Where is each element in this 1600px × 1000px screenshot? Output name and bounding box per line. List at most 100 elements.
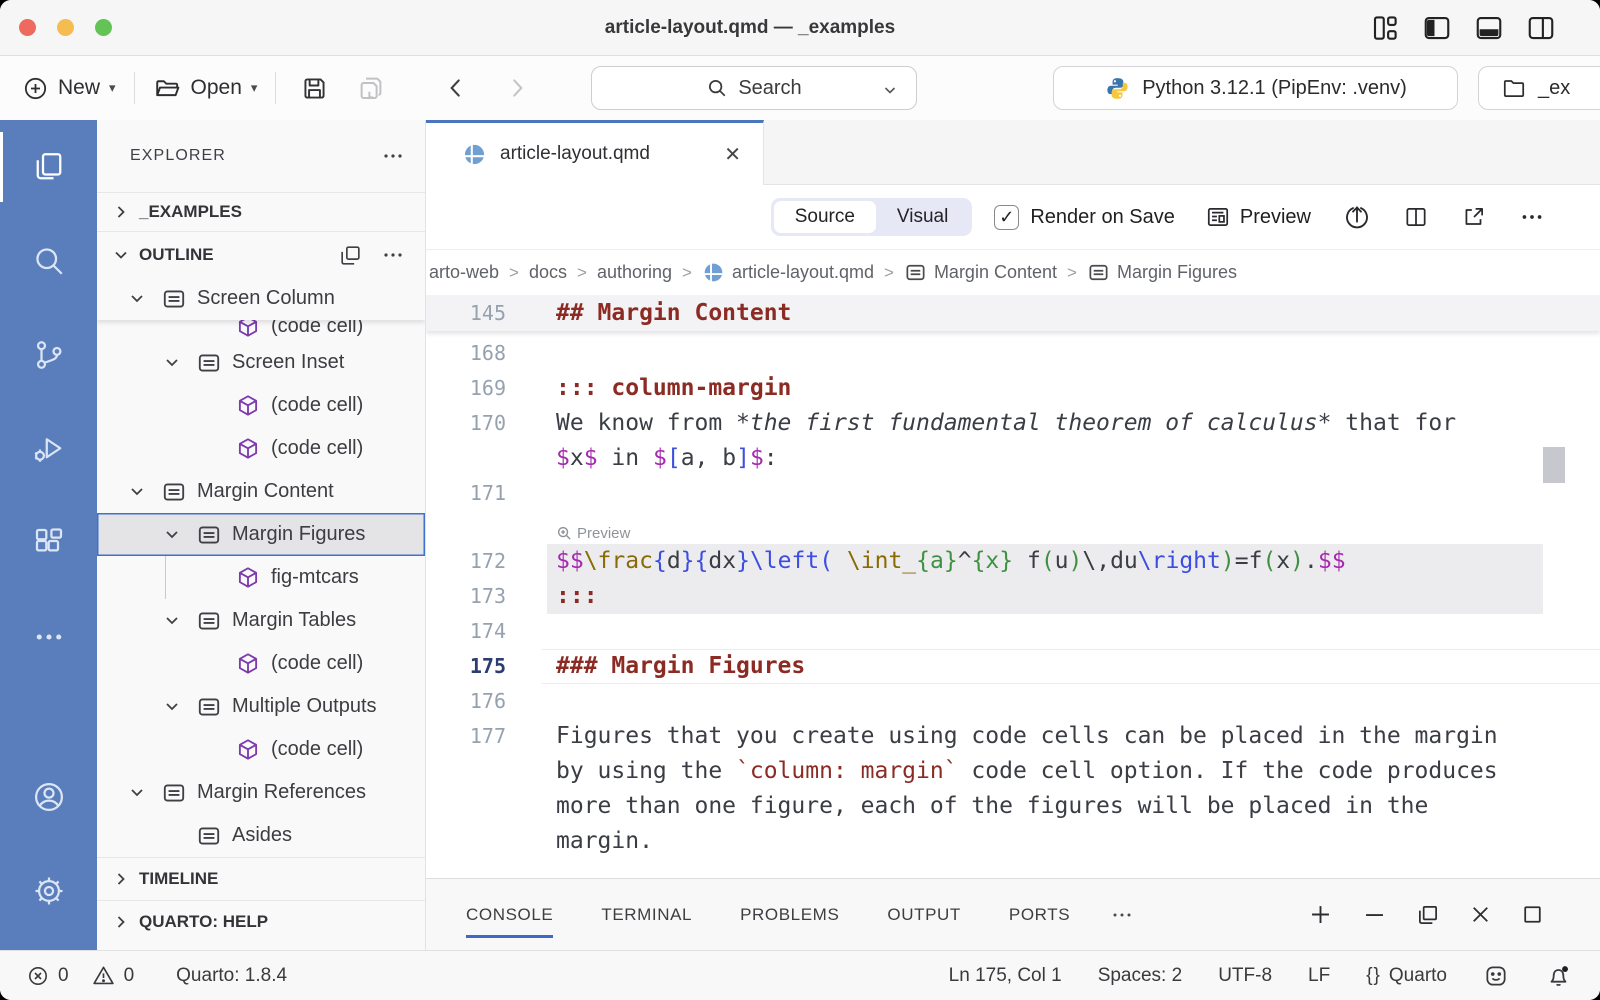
chevron-down-icon[interactable]	[127, 289, 161, 309]
eol-status[interactable]: LF	[1308, 965, 1330, 987]
panel-tab-output[interactable]: OUTPUT	[887, 905, 960, 925]
outline-item-margin-references[interactable]: Margin References	[97, 771, 425, 814]
search-dropdown-chevron-icon[interactable]	[882, 82, 898, 98]
section-timeline[interactable]: TIMELINE	[97, 857, 425, 900]
cursor-position-status[interactable]: Ln 175, Col 1	[949, 965, 1062, 987]
code-line[interactable]: 173:::	[426, 579, 1600, 614]
indentation-status[interactable]: Spaces: 2	[1098, 965, 1183, 987]
sidebar-item-more[interactable]	[0, 590, 97, 684]
open-button[interactable]: Open ▾	[153, 74, 258, 103]
outline-item-margin-content[interactable]: Margin Content	[97, 470, 425, 513]
panel-close-icon[interactable]	[1468, 902, 1493, 927]
publish-icon[interactable]	[1343, 203, 1371, 231]
code-line[interactable]: 176	[426, 684, 1600, 719]
code-line[interactable]: 175### Margin Figures	[426, 649, 1600, 684]
chevron-down-icon[interactable]	[162, 525, 196, 545]
section-examples[interactable]: _EXAMPLES	[97, 192, 425, 232]
outline-item-code-cell[interactable]: (code cell)	[97, 427, 425, 470]
code-line[interactable]: 171	[426, 476, 1600, 511]
project-button[interactable]: _ex	[1478, 66, 1600, 110]
chevron-down-icon[interactable]	[162, 611, 196, 631]
section-quarto-help[interactable]: QUARTO: HELP	[97, 900, 425, 943]
chevron-down-icon[interactable]	[162, 697, 196, 717]
panel-tab-ports[interactable]: PORTS	[1009, 905, 1070, 925]
code-line[interactable]: by using the `column: margin` code cell …	[426, 754, 1600, 789]
sidebar-item-explorer[interactable]	[0, 120, 97, 214]
minimize-window-button[interactable]	[57, 19, 74, 36]
preview-code-lens[interactable]: Preview	[556, 525, 630, 544]
code-line[interactable]: 169::: column-margin	[426, 371, 1600, 406]
breadcrumb-item-margin-content[interactable]: Margin Content	[904, 261, 1057, 284]
sticky-code-line[interactable]: 145## Margin Content	[426, 295, 1600, 331]
sidebar-item-search[interactable]	[0, 214, 97, 308]
forward-icon[interactable]	[504, 75, 530, 101]
sidebar-item-settings[interactable]	[0, 844, 97, 938]
outline-item-screen-column[interactable]: Screen Column	[97, 277, 425, 320]
collapse-all-icon[interactable]	[338, 243, 363, 268]
panel-tab-terminal[interactable]: TERMINAL	[601, 905, 692, 925]
panel-tab-console[interactable]: CONSOLE	[466, 905, 553, 925]
breadcrumb-item-authoring[interactable]: authoring	[597, 262, 672, 283]
outline-item-asides[interactable]: Asides	[97, 814, 425, 857]
panel-more-icon[interactable]	[1110, 903, 1134, 927]
outline-item-code-cell[interactable]: (code cell)	[97, 642, 425, 685]
code-line[interactable]: 170We know from *the first fundamental t…	[426, 406, 1600, 441]
back-icon[interactable]	[443, 75, 469, 101]
outline-item-multiple-outputs[interactable]: Multiple Outputs	[97, 685, 425, 728]
editor-more-icon[interactable]	[1519, 204, 1545, 230]
sidebar-item-run-debug[interactable]	[0, 402, 97, 496]
code-line[interactable]: more than one figure, each of the figure…	[426, 789, 1600, 824]
maximize-window-button[interactable]	[95, 19, 112, 36]
outline-item-code-cell[interactable]: (code cell)	[97, 728, 425, 771]
toggle-bottom-panel-icon[interactable]	[1474, 13, 1504, 43]
outline-item-screen-inset[interactable]: Screen Inset	[97, 341, 425, 384]
outline-item-code-cell[interactable]: (code cell)	[97, 320, 425, 341]
mode-source-button[interactable]: Source	[774, 201, 876, 233]
code-line[interactable]: $x$ in $[a, b]$:	[426, 441, 1600, 476]
toggle-left-panel-icon[interactable]	[1422, 13, 1452, 43]
sidebar-item-account[interactable]	[0, 750, 97, 844]
code-line[interactable]: margin.	[426, 824, 1600, 859]
customize-layout-icon[interactable]	[1370, 13, 1400, 43]
panel-tab-problems[interactable]: PROBLEMS	[740, 905, 839, 925]
panel-add-icon[interactable]	[1307, 901, 1334, 928]
chevron-down-icon[interactable]	[127, 783, 161, 803]
code-editor[interactable]: 145## Margin Content168169::: column-mar…	[426, 295, 1600, 878]
open-external-icon[interactable]	[1461, 204, 1487, 230]
code-line[interactable]: 168	[426, 336, 1600, 371]
panel-restore-icon[interactable]	[1415, 902, 1441, 928]
editor-scrollbar-thumb[interactable]	[1543, 447, 1565, 483]
code-line[interactable]: 174	[426, 614, 1600, 649]
save-all-icon[interactable]	[356, 73, 386, 103]
new-button[interactable]: New ▾	[22, 75, 116, 102]
explorer-more-icon[interactable]	[381, 144, 405, 168]
split-editor-icon[interactable]	[1403, 204, 1429, 230]
breadcrumb-item-margin-figures[interactable]: Margin Figures	[1087, 261, 1237, 284]
search-input[interactable]: Search	[591, 66, 917, 110]
outline-item-margin-figures[interactable]: Margin Figures	[97, 513, 425, 556]
tab-close-icon[interactable]: ✕	[724, 142, 741, 167]
quarto-version-status[interactable]: Quarto: 1.8.4	[176, 965, 287, 987]
save-icon[interactable]	[300, 74, 329, 103]
sidebar-item-source-control[interactable]	[0, 308, 97, 402]
section-outline[interactable]: OUTLINE	[97, 233, 425, 277]
breadcrumb-item-docs[interactable]: docs	[529, 262, 567, 283]
outline-item-code-cell[interactable]: (code cell)	[97, 384, 425, 427]
language-mode-status[interactable]: {} Quarto	[1366, 965, 1447, 987]
panel-minimize-icon[interactable]	[1361, 901, 1388, 928]
encoding-status[interactable]: UTF-8	[1218, 965, 1272, 987]
outline-more-icon[interactable]	[381, 243, 405, 267]
code-line[interactable]: 172$$\frac{d}{dx}\left( \int_{a}^{x} f(u…	[426, 544, 1600, 579]
chevron-down-icon[interactable]	[162, 353, 196, 373]
breadcrumb-item-article-layout-qmd[interactable]: article-layout.qmd	[702, 261, 874, 284]
close-window-button[interactable]	[19, 19, 36, 36]
toggle-right-panel-icon[interactable]	[1526, 13, 1556, 43]
code-line[interactable]: 177Figures that you create using code ce…	[426, 719, 1600, 754]
feedback-smiley-icon[interactable]	[1483, 963, 1509, 989]
panel-maximize-icon[interactable]	[1520, 902, 1545, 927]
sidebar-item-extensions[interactable]	[0, 496, 97, 590]
mode-visual-button[interactable]: Visual	[876, 201, 969, 233]
chevron-down-icon[interactable]	[127, 482, 161, 502]
outline-item-margin-tables[interactable]: Margin Tables	[97, 599, 425, 642]
notifications-bell-icon[interactable]	[1545, 962, 1572, 989]
